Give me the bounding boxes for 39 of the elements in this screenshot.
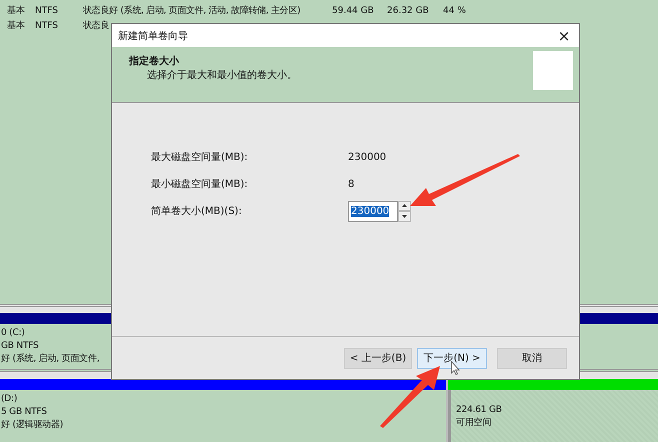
window-title: 新建简单卷向导 (118, 30, 188, 42)
partition-text: (D:) (1, 393, 18, 406)
partition-block[interactable]: 224.61 GB 可用空间 (448, 390, 658, 442)
filesystem-cell-text: NTFS (35, 6, 59, 16)
spin-down-button[interactable] (398, 211, 411, 222)
status-cell-text: 状态良 (83, 20, 110, 32)
wizard-button[interactable]: 下一步(N) > (417, 348, 487, 368)
partition-text: 5 GB NTFS (1, 406, 47, 419)
up-triangle-icon (402, 204, 407, 208)
field-label: 最大磁盘空间量(MB): (151, 150, 249, 164)
partition-text: 好 (逻辑驱动器) (1, 419, 64, 432)
wizard-button[interactable]: 取消 (497, 348, 567, 368)
percent-free-cell: 44 % (443, 6, 466, 16)
status-cell-text: 状态良好 (系统, 启动, 页面文件, 活动, 故障转储, 主分区) (83, 4, 302, 17)
partition-text: 224.61 GB (456, 404, 502, 417)
spin-up-button[interactable] (398, 200, 411, 211)
field-value: 8 (348, 178, 354, 190)
partition-text: 0 (C:) (1, 327, 25, 340)
step-title: 指定卷大小 (129, 54, 180, 68)
capacity-cell-text: 59.44 GB (332, 6, 375, 16)
partition-text: GB NTFS (1, 340, 39, 353)
layout-cell-text: 基本 (6, 4, 26, 17)
free-space-cell-text: 26.32 GB (387, 6, 430, 16)
partition-block[interactable]: (D:) 5 GB NTFS 好 (逻辑驱动器) (0, 390, 446, 442)
field-label: 最小磁盘空间量(MB): (151, 178, 249, 191)
field-value: 230000 (348, 152, 386, 162)
wizard-image-placeholder (533, 51, 573, 90)
down-triangle-icon (402, 214, 407, 218)
wizard-button[interactable]: < 上一步(B) (344, 348, 412, 368)
step-description: 选择介于最大和最小值的卷大小。 (146, 68, 297, 82)
layout-cell-text: 基本 (6, 20, 26, 32)
close-button[interactable]: × (549, 24, 579, 46)
mouse-cursor-icon (451, 361, 460, 375)
partition-text: 可用空间 (456, 417, 492, 430)
size-input-field[interactable]: 230000 (348, 200, 398, 222)
field-label: 简单卷大小(MB)(S): (151, 204, 243, 218)
filesystem-cell-text: NTFS (35, 20, 59, 30)
partition-text: 好 (系统, 启动, 页面文件, (1, 353, 100, 366)
annotation-arrow (380, 366, 442, 428)
